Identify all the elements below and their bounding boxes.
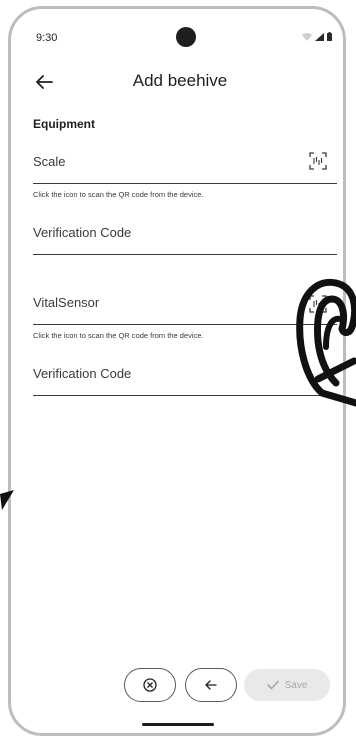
scale-verification-code-field[interactable]: Verification Code: [33, 222, 337, 258]
home-indicator[interactable]: [142, 723, 214, 726]
vital-sensor-label: VitalSensor: [33, 295, 100, 310]
bottom-action-bar: Save: [0, 668, 356, 704]
cursor-pointer-icon: [0, 490, 14, 510]
scale-field[interactable]: Scale: [33, 150, 337, 186]
arrow-left-icon: [205, 680, 217, 690]
battery-icon: [327, 32, 332, 41]
wifi-icon: [302, 32, 312, 41]
camera-cutout: [176, 27, 196, 47]
app-bar: Add beehive: [20, 68, 340, 96]
status-icons: [302, 32, 332, 41]
scale-verification-underline: [33, 254, 337, 255]
hand-pointer-icon: [296, 278, 356, 407]
page-title: Add beehive: [132, 71, 228, 90]
cancel-circle-icon: [143, 678, 157, 692]
save-button-label: Save: [284, 679, 308, 691]
save-button[interactable]: Save: [244, 669, 330, 701]
section-title: Equipment: [33, 117, 95, 131]
status-time: 9:30: [36, 32, 58, 44]
scale-helper-text: Click the icon to scan the QR code from …: [33, 190, 204, 199]
signal-icon: [315, 32, 324, 41]
scale-underline: [33, 183, 337, 184]
scale-verification-code-label: Verification Code: [33, 225, 132, 240]
cancel-button[interactable]: [124, 668, 176, 702]
scale-label: Scale: [33, 154, 66, 169]
previous-button[interactable]: [185, 668, 237, 702]
status-bar: 9:30: [36, 27, 336, 50]
vital-sensor-verification-code-label: Verification Code: [33, 366, 132, 381]
qr-scan-icon[interactable]: [309, 152, 327, 170]
check-icon: [266, 680, 279, 690]
vital-sensor-helper-text: Click the icon to scan the QR code from …: [33, 331, 204, 340]
